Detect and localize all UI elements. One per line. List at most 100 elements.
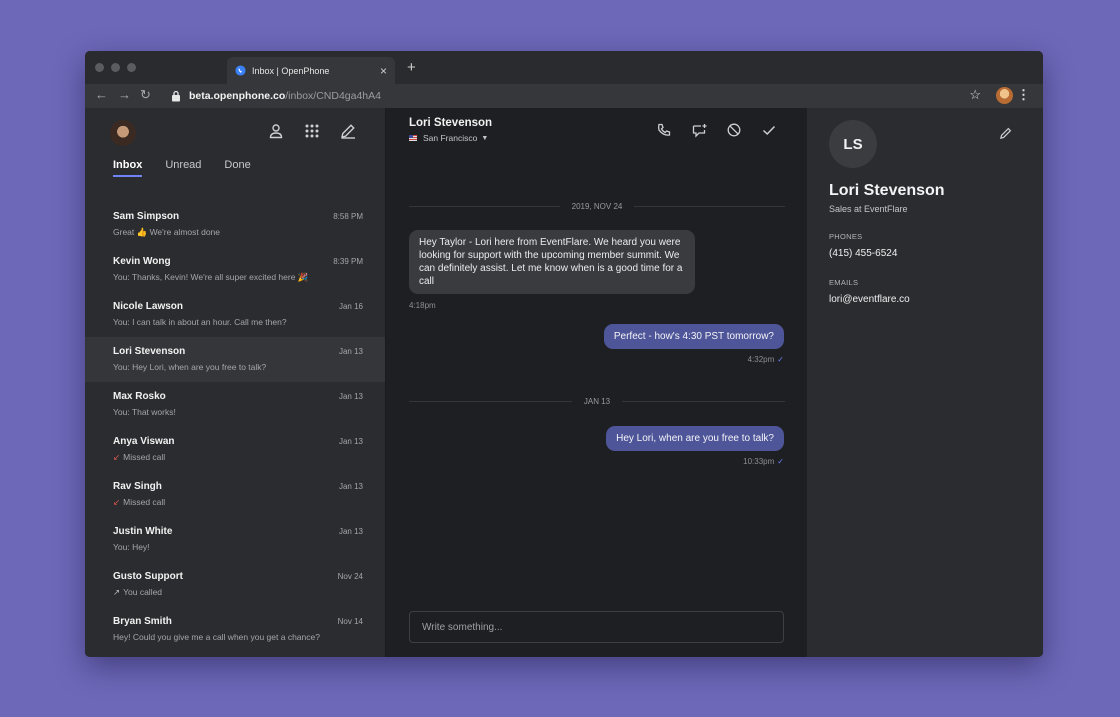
minimize-window-button[interactable] (111, 63, 120, 72)
conversation-item[interactable]: Justin White Jan 13 You: Hey! (85, 517, 385, 562)
conversation-item[interactable]: Rav Singh Jan 13 ↙ Missed call (85, 472, 385, 517)
check-done-icon[interactable] (761, 122, 777, 138)
conversation-name: Max Rosko (113, 391, 166, 402)
conversation-name: Lori Stevenson (113, 346, 186, 357)
contacts-icon[interactable] (267, 122, 285, 140)
date-separator: JAN 13 (409, 397, 786, 406)
incoming-message: Hey Taylor - Lori here from EventFlare. … (409, 230, 695, 294)
tab-title: Inbox | OpenPhone (252, 65, 330, 76)
conversation-preview: Hey! Could you give me a call when you g… (113, 632, 320, 642)
close-window-button[interactable] (95, 63, 104, 72)
message-icon[interactable] (691, 122, 707, 138)
conversation-name: Anya Viswan (113, 436, 175, 447)
bookmark-star-icon[interactable]: ☆ (969, 87, 981, 103)
block-icon[interactable] (726, 122, 742, 138)
date-separator: 2019, NOV 24 (409, 202, 786, 211)
close-tab-icon[interactable]: × (380, 64, 387, 78)
conversation-name: Justin White (113, 526, 173, 537)
conversation-preview: You: Hey Lori, when are you free to talk… (113, 362, 267, 372)
conversation-preview: ↙ Missed call (113, 452, 353, 463)
message-time-wrapper: 4:32pm ✓ (748, 355, 784, 364)
conversation-time: Jan 16 (338, 302, 363, 311)
conversation-item[interactable]: Gusto Support Nov 24 ↗ You called (85, 562, 385, 607)
chat-panel: Lori Stevenson San Francisco ▼ 2019, NOV… (385, 108, 807, 657)
conversation-item[interactable]: Max Rosko Jan 13 You: That works! (85, 382, 385, 427)
conversation-name: Kevin Wong (113, 256, 171, 267)
phones-label: PHONES (829, 232, 863, 241)
conversations-sidebar: Inbox Unread Done Sam Simpson 8:58 PM Gr… (85, 108, 385, 657)
conversation-preview: You: Thanks, Kevin! We're all super exci… (113, 272, 309, 282)
contact-details-panel: LS Lori Stevenson Sales at EventFlare PH… (807, 108, 1043, 657)
tab-done[interactable]: Done (224, 159, 250, 177)
missed-call-icon: ↙ (113, 452, 121, 462)
window-controls (95, 63, 136, 72)
dialpad-icon[interactable] (303, 122, 321, 140)
conversation-preview: You: Hey! (113, 542, 150, 552)
maximize-window-button[interactable] (127, 63, 136, 72)
conversation-preview: Great 👍 We're almost done (113, 227, 221, 237)
lock-icon (172, 90, 180, 102)
conversation-time: Nov 24 (337, 572, 363, 581)
conversation-name: Sam Simpson (113, 211, 180, 222)
edit-pencil-icon[interactable] (998, 126, 1013, 141)
message-time: 4:18pm (409, 301, 436, 310)
browser-window: Inbox | OpenPhone × + ← → ↻ beta.openpho… (85, 51, 1043, 657)
message-time-wrapper: 10:33pm ✓ (743, 457, 784, 466)
conversation-name: Rav Singh (113, 481, 162, 492)
openphone-favicon-icon (235, 65, 246, 76)
conversation-item[interactable]: Bryan Smith Nov 14 Hey! Could you give m… (85, 607, 385, 652)
conversation-time: Nov 14 (337, 617, 363, 626)
message-time: 10:33pm (743, 457, 775, 466)
location-selector[interactable]: San Francisco ▼ (409, 133, 492, 143)
openphone-app: Inbox Unread Done Sam Simpson 8:58 PM Gr… (85, 108, 1043, 657)
conversation-time: 8:39 PM (333, 257, 363, 266)
url-path: /inbox/CND4ga4hA4 (285, 90, 381, 102)
outgoing-call-icon: ↗ (113, 587, 121, 597)
conversation-item[interactable]: Anya Viswan Jan 13 ↙ Missed call (85, 427, 385, 472)
back-arrow-icon[interactable]: ← (95, 87, 108, 102)
reload-icon[interactable]: ↻ (140, 87, 151, 103)
preview-text: Missed call (123, 497, 166, 507)
compose-icon[interactable] (339, 122, 357, 140)
conversation-time: Jan 13 (338, 527, 363, 536)
tab-inbox[interactable]: Inbox (113, 159, 143, 177)
chat-contact-name[interactable]: Lori Stevenson (409, 117, 492, 129)
outgoing-message: Perfect - how's 4:30 PST tomorrow? (603, 324, 784, 349)
conversation-item[interactable]: Kevin Wong 8:39 PM You: Thanks, Kevin! W… (85, 247, 385, 292)
contact-phone[interactable]: (415) 455-6524 (829, 248, 897, 259)
conversation-item[interactable]: Sam Simpson 8:58 PM Great 👍 We're almost… (85, 202, 385, 247)
contact-title: Sales at EventFlare (829, 204, 908, 214)
conversation-item-selected[interactable]: Lori Stevenson Jan 13 You: Hey Lori, whe… (85, 337, 385, 382)
forward-arrow-icon[interactable]: → (118, 87, 131, 102)
tab-unread[interactable]: Unread (165, 159, 201, 177)
conversation-list: Sam Simpson 8:58 PM Great 👍 We're almost… (85, 202, 385, 652)
browser-tab[interactable]: Inbox | OpenPhone × (227, 57, 395, 84)
conversation-preview: You: That works! (113, 407, 176, 417)
conversation-item[interactable]: Nicole Lawson Jan 16 You: I can talk in … (85, 292, 385, 337)
conversation-name: Gusto Support (113, 571, 183, 582)
message-time: 4:32pm (747, 355, 775, 364)
phone-icon[interactable] (656, 122, 672, 138)
conversation-time: Jan 13 (338, 347, 363, 356)
browser-profile-avatar[interactable] (996, 87, 1013, 104)
preview-text: Missed call (123, 452, 166, 462)
conversation-time: Jan 13 (338, 437, 363, 446)
location-label: San Francisco (423, 133, 478, 143)
url-field[interactable]: beta.openphone.co/inbox/CND4ga4hA4 (171, 86, 971, 106)
chat-actions (656, 122, 777, 138)
new-tab-button[interactable]: + (407, 59, 416, 76)
conversation-preview: You: I can talk in about an hour. Call m… (113, 317, 287, 327)
date-label: 2019, NOV 24 (571, 202, 623, 211)
url-host: beta.openphone.co (189, 90, 286, 102)
contact-name: Lori Stevenson (829, 182, 945, 199)
user-avatar[interactable] (110, 120, 136, 146)
browser-tab-bar: Inbox | OpenPhone × + (85, 51, 1043, 84)
chat-header: Lori Stevenson San Francisco ▼ (409, 117, 492, 143)
browser-menu-icon[interactable]: ⋮ (1017, 87, 1030, 103)
conversation-time: 8:58 PM (333, 212, 363, 221)
missed-call-icon: ↙ (113, 497, 121, 507)
message-input[interactable]: Write something... (409, 611, 784, 643)
contact-email[interactable]: lori@eventflare.co (829, 294, 910, 305)
conversation-time: Jan 13 (338, 392, 363, 401)
outgoing-message: Hey Lori, when are you free to talk? (606, 426, 784, 451)
